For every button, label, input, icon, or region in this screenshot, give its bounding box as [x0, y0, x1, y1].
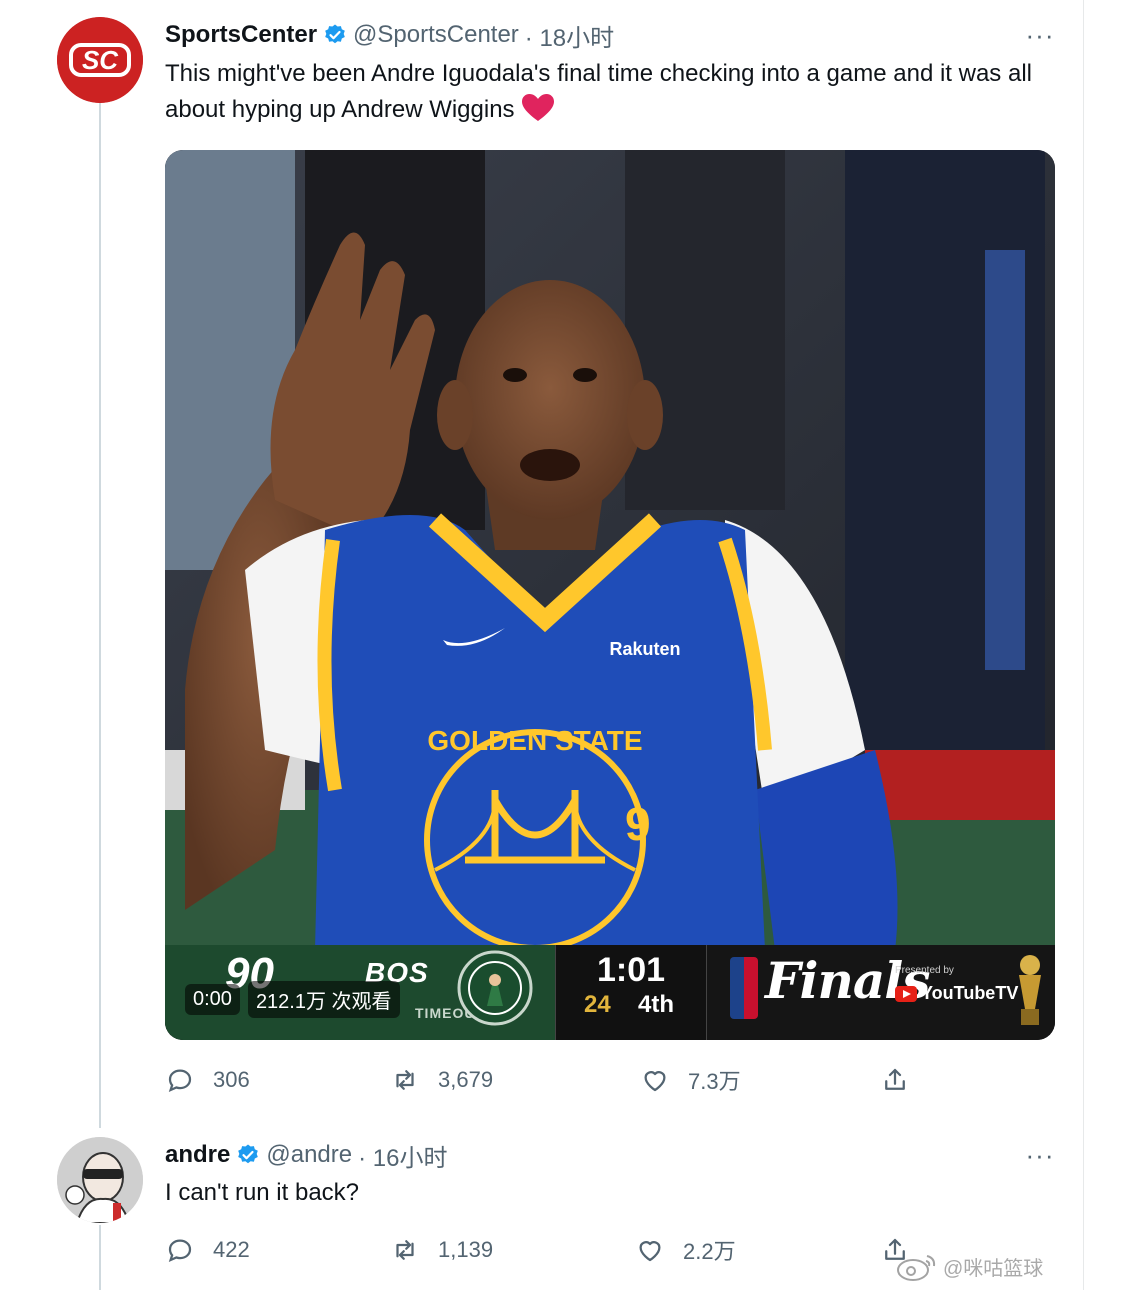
presented-by-label: Presented by	[895, 965, 954, 976]
like-count: 7.3万	[688, 1069, 741, 1094]
weibo-watermark: @咪咕篮球	[895, 1250, 1043, 1282]
video-frame-image: 9 GOLDEN STATE Rakuten	[165, 150, 1055, 1040]
reply-more-options-button[interactable]: ···	[1020, 1140, 1060, 1170]
like-heart-icon	[639, 1241, 661, 1262]
more-options-button[interactable]: ···	[1020, 20, 1060, 50]
user-handle[interactable]: @SportsCenter	[353, 21, 519, 49]
twitter-thread: SC SportsCenter @SportsCenter · 18小时 ···…	[0, 0, 1125, 1290]
shot-clock: 24	[584, 991, 611, 1018]
quarter: 4th	[638, 991, 674, 1018]
thread-connector-line-bottom	[99, 1225, 101, 1290]
retweet-button[interactable]: 3,679	[390, 1060, 493, 1100]
red-heart-emoji-icon	[521, 94, 554, 121]
youtube-play-icon	[895, 985, 917, 1002]
reply-text: I can't run it back?	[165, 1179, 360, 1206]
retweet-icon	[396, 1070, 414, 1090]
reply-reply-button[interactable]: 422	[165, 1230, 250, 1270]
jersey-sponsor: Rakuten	[609, 639, 680, 659]
sponsor-name: YouTubeTV	[921, 983, 1019, 1003]
sportscenter-avatar[interactable]: SC	[57, 17, 143, 103]
trophy-icon	[1019, 955, 1041, 1025]
celtics-logo-icon	[457, 950, 533, 1026]
watermark-text: @咪咕篮球	[943, 1257, 1044, 1280]
video-info-overlay: 0:00 212.1万 次观看	[185, 980, 400, 1018]
reply-reply-count: 422	[213, 1237, 250, 1262]
andre-avatar[interactable]	[57, 1137, 143, 1223]
reply-retweet-button[interactable]: 1,139	[390, 1230, 493, 1270]
tweet-actions: 306 3,679 7.3万	[165, 1060, 1055, 1100]
sportscenter-logo-icon: SC	[57, 17, 143, 103]
like-heart-icon	[644, 1071, 666, 1092]
avatar-initials: SC	[82, 45, 119, 75]
reply-retweet-count: 1,139	[438, 1237, 494, 1262]
game-clock: 1:01	[596, 951, 666, 989]
tweet-body: This might've been Andre Iguodala's fina…	[165, 60, 1032, 123]
reply-like-button[interactable]: 2.2万	[635, 1230, 736, 1270]
video-timestamp: 0:00	[185, 983, 240, 1015]
video-view-count: 212.1万 次观看	[247, 980, 400, 1018]
reply-button[interactable]: 306	[165, 1060, 250, 1100]
jersey-number: 9	[625, 798, 651, 850]
jersey-team-name: GOLDEN STATE	[427, 725, 642, 756]
reply-display-name[interactable]: andre	[165, 1141, 230, 1169]
sponsor-youtube-tv: YouTubeTV	[895, 983, 1018, 1004]
share-icon	[885, 1068, 905, 1090]
reply-header: andre @andre · 16小时	[165, 1137, 447, 1173]
nba-logo-icon	[730, 957, 758, 1019]
reply-timestamp[interactable]: · 16小时	[358, 1138, 447, 1173]
share-button[interactable]	[880, 1060, 928, 1100]
reply-count: 306	[213, 1067, 250, 1092]
verified-badge-icon	[325, 24, 345, 44]
verified-badge-icon	[238, 1144, 259, 1164]
tweet-text: This might've been Andre Iguodala's fina…	[165, 56, 1065, 128]
game-clock-block: 1:01 24 4th	[555, 945, 707, 1040]
reply-like-count: 2.2万	[683, 1239, 736, 1264]
reply-user-handle[interactable]: @andre	[266, 1141, 352, 1169]
retweet-icon	[396, 1240, 414, 1260]
weibo-logo-icon	[897, 1255, 936, 1281]
tweet-video[interactable]: 9 GOLDEN STATE Rakuten 90 BOS TIMEOUTS: …	[165, 150, 1055, 1040]
reply-icon	[168, 1239, 192, 1263]
tweet-header: SportsCenter @SportsCenter · 18小时	[165, 17, 614, 53]
tweet-timestamp[interactable]: · 18小时	[525, 18, 614, 53]
retweet-count: 3,679	[438, 1067, 494, 1092]
andre-avatar-image	[57, 1137, 143, 1223]
reply-icon	[168, 1069, 192, 1093]
display-name[interactable]: SportsCenter	[165, 21, 317, 49]
timeline-border	[1083, 0, 1084, 1290]
like-button[interactable]: 7.3万	[640, 1060, 741, 1100]
thread-connector-line	[99, 103, 101, 1128]
